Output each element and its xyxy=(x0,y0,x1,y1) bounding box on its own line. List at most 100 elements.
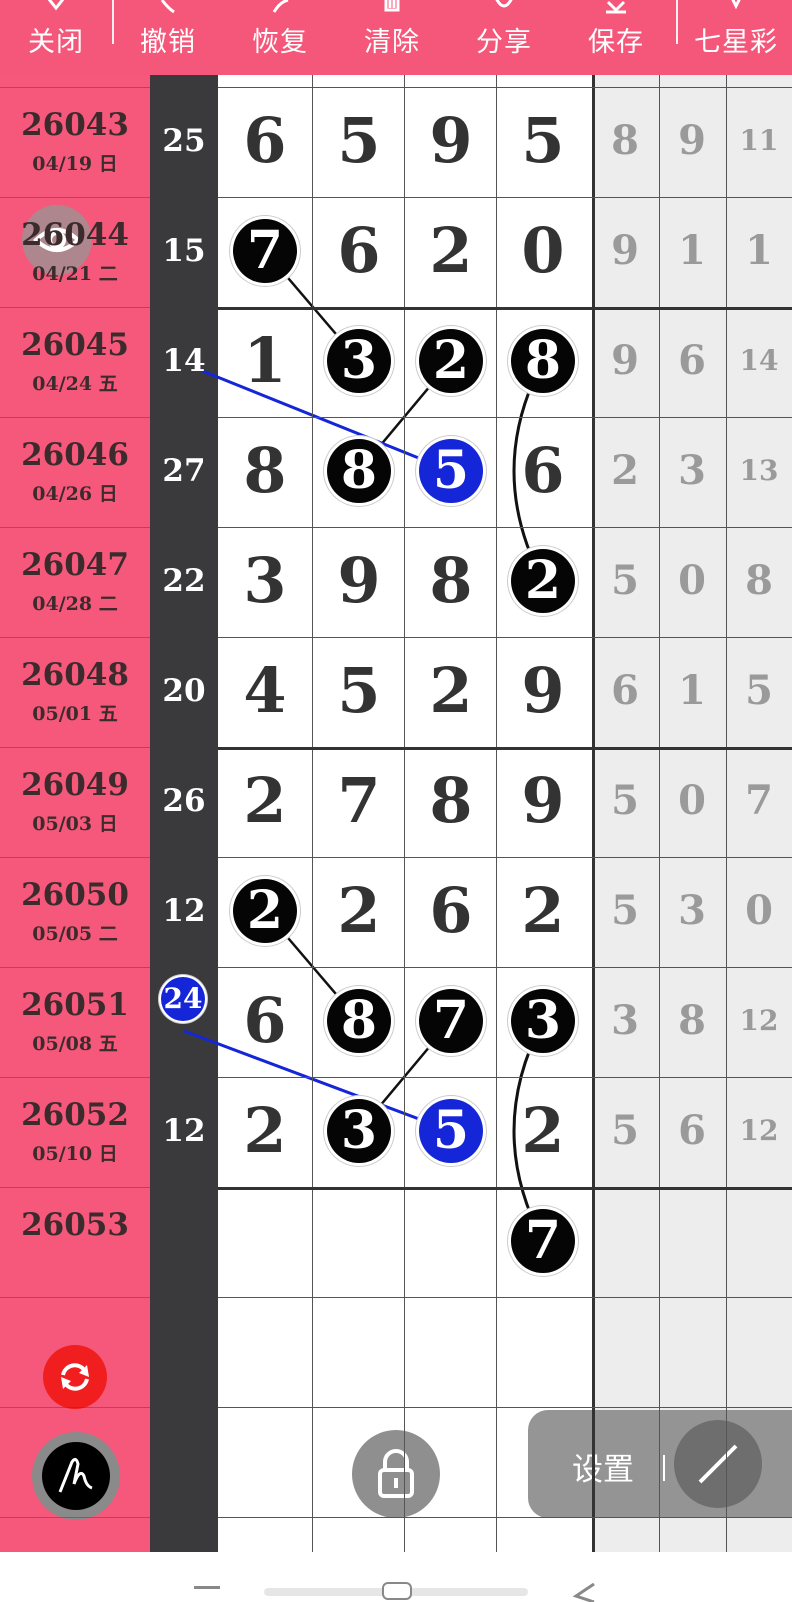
undo-icon xyxy=(160,0,175,14)
digit-cell[interactable]: 2 xyxy=(404,197,498,305)
digit-cell[interactable]: 6 xyxy=(218,87,312,195)
period-number: 26045 xyxy=(21,327,129,363)
digit-cell[interactable]: 2 xyxy=(496,1077,590,1185)
circled-digit[interactable]: 3 xyxy=(327,329,391,393)
close-icon xyxy=(47,0,65,11)
toolbar-label: 撤销 xyxy=(140,27,196,58)
digit-cell[interactable]: 6 xyxy=(404,857,498,965)
period-date: 04/28 二 xyxy=(32,593,118,615)
digit-cell[interactable]: 4 xyxy=(218,637,312,745)
period-number: 26044 xyxy=(21,217,129,253)
period-cell[interactable]: 26050 05/05 二 xyxy=(0,857,150,965)
toolbar-undo-button[interactable]: 撤销 xyxy=(112,0,224,75)
pin-icon xyxy=(731,0,741,10)
period-cell[interactable]: 26053 xyxy=(0,1187,150,1295)
digit-cell[interactable]: 9 xyxy=(496,637,590,745)
period-cell[interactable]: 26051 05/08 五 xyxy=(0,967,150,1075)
digit-cell[interactable]: 9 xyxy=(312,527,406,635)
period-number: 26053 xyxy=(21,1207,129,1243)
digit-cell[interactable]: 2 xyxy=(404,637,498,745)
digit-cell[interactable]: 8 xyxy=(218,417,312,525)
circled-digit[interactable]: 5 xyxy=(419,1099,483,1163)
refresh-button[interactable] xyxy=(43,1345,107,1409)
period-date: 05/08 五 xyxy=(32,1033,118,1055)
digit-cell[interactable]: 1 xyxy=(218,307,312,415)
lock-button[interactable] xyxy=(352,1430,440,1518)
toolbar-label: 七星彩 xyxy=(694,27,778,58)
circled-digit[interactable]: 2 xyxy=(233,879,297,943)
home-slider-thumb[interactable] xyxy=(382,1582,412,1600)
digit-cell[interactable]: 2 xyxy=(312,857,406,965)
digit-cell[interactable]: 6 xyxy=(496,417,590,525)
period-cell[interactable]: 26049 05/03 日 xyxy=(0,747,150,855)
digit-cell[interactable]: 7 xyxy=(312,747,406,855)
digit-cell[interactable]: 6 xyxy=(218,967,312,1075)
stat-value: 0 xyxy=(745,887,773,934)
back-icon[interactable] xyxy=(570,1582,600,1602)
circled-digit[interactable]: 3 xyxy=(327,1099,391,1163)
toolbar-trash-button[interactable]: 清除 xyxy=(336,0,448,75)
sum-value: 27 xyxy=(162,453,206,489)
toolbar-pin-button[interactable]: 七星彩 xyxy=(680,0,792,75)
digit-cell[interactable]: 8 xyxy=(404,527,498,635)
period-cell[interactable]: 26047 04/28 二 xyxy=(0,527,150,635)
toolbar-share-button[interactable]: 分享 xyxy=(448,0,560,75)
digit-cell[interactable]: 2 xyxy=(218,747,312,855)
sum-value: 25 xyxy=(162,123,206,159)
circled-digit[interactable]: 2 xyxy=(511,549,575,613)
period-number: 26052 xyxy=(21,1097,129,1133)
toolbar-separator xyxy=(112,0,114,44)
left-divider xyxy=(0,1407,150,1408)
digit-cell[interactable]: 2 xyxy=(218,1077,312,1185)
circled-digit[interactable]: 5 xyxy=(419,439,483,503)
circled-digit[interactable]: 7 xyxy=(511,1209,575,1273)
stat-value: 0 xyxy=(678,777,706,824)
line-tool-button[interactable] xyxy=(674,1420,762,1508)
digit-cell[interactable]: 9 xyxy=(404,87,498,195)
home-slider[interactable] xyxy=(264,1582,528,1600)
digit-cell[interactable]: 2 xyxy=(496,857,590,965)
digit-cell[interactable]: 5 xyxy=(496,87,590,195)
stat-value: 2 xyxy=(611,447,639,494)
digit-cell[interactable]: 8 xyxy=(404,747,498,855)
period-cell[interactable]: 26045 04/24 五 xyxy=(0,307,150,415)
pen-button[interactable] xyxy=(32,1432,120,1520)
circled-digit[interactable]: 8 xyxy=(327,439,391,503)
toolbar-download-button[interactable]: 保存 xyxy=(560,0,672,75)
period-date: 04/21 二 xyxy=(32,263,118,285)
toolbar-label: 分享 xyxy=(476,27,532,58)
circled-digit[interactable]: 8 xyxy=(327,989,391,1053)
period-cell[interactable]: 26052 05/10 日 xyxy=(0,1077,150,1185)
toolbar-label: 恢复 xyxy=(252,27,308,58)
digit-cell[interactable]: 5 xyxy=(312,637,406,745)
digit-cell[interactable]: 9 xyxy=(496,747,590,855)
stat-value: 1 xyxy=(678,667,706,714)
digit-cell[interactable]: 0 xyxy=(496,197,590,305)
digit-cell[interactable]: 6 xyxy=(312,197,406,305)
stat-value: 3 xyxy=(678,887,706,934)
period-cell[interactable]: 26044 04/21 二 xyxy=(0,197,150,305)
digit-cell[interactable]: 3 xyxy=(218,527,312,635)
refresh-icon xyxy=(61,1363,89,1391)
period-cell[interactable]: 26043 04/19 日 xyxy=(0,87,150,195)
period-number: 26051 xyxy=(21,987,129,1023)
settings-button[interactable]: 设置 xyxy=(572,1444,634,1489)
period-cell[interactable]: 26046 04/26 日 xyxy=(0,417,150,525)
circled-digit[interactable]: 7 xyxy=(233,219,297,283)
toolbar-close-button[interactable]: 关闭 xyxy=(0,0,112,75)
circled-digit[interactable]: 7 xyxy=(419,989,483,1053)
system-nav-bar xyxy=(0,1552,792,1602)
toolbar-redo-button[interactable]: 恢复 xyxy=(224,0,336,75)
toolbar-label: 清除 xyxy=(364,27,420,58)
circled-digit[interactable]: 3 xyxy=(511,989,575,1053)
circled-digit[interactable]: 8 xyxy=(511,329,575,393)
download-icon xyxy=(606,0,626,14)
sum-value: 12 xyxy=(162,1113,206,1149)
period-date: 05/10 日 xyxy=(32,1143,118,1165)
period-cell[interactable]: 26048 05/01 五 xyxy=(0,637,150,745)
digit-cell[interactable]: 5 xyxy=(312,87,406,195)
stat-value: 14 xyxy=(739,344,779,377)
menu-icon[interactable] xyxy=(194,1586,220,1589)
period-number: 26047 xyxy=(21,547,129,583)
circled-digit[interactable]: 2 xyxy=(419,329,483,393)
